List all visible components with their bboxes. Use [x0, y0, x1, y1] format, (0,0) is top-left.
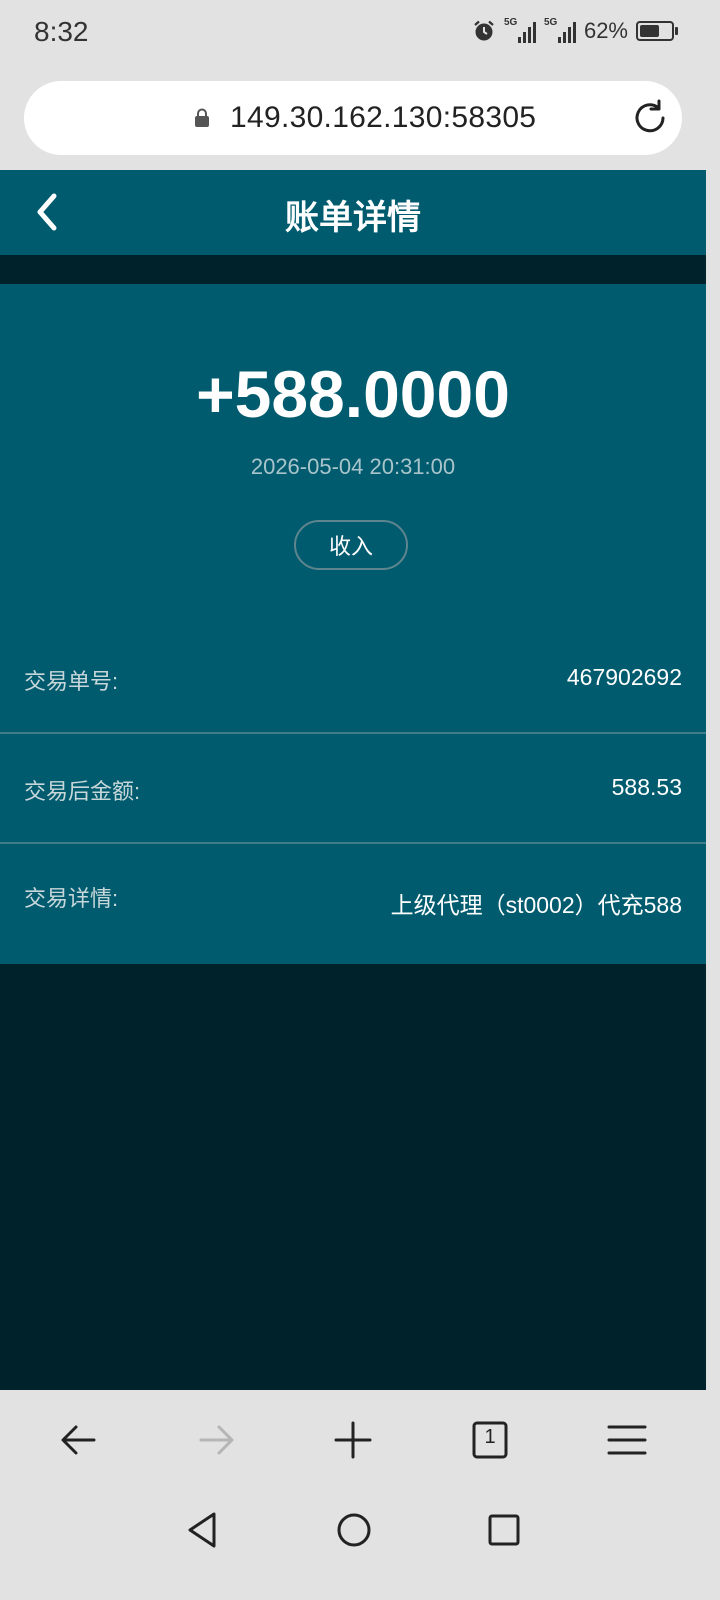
- detail-label: 交易详情:: [24, 886, 119, 911]
- battery-percent: 62%: [583, 18, 628, 43]
- status-icons: 5G 5G 62%: [472, 17, 678, 44]
- transaction-amount: +588.0000: [196, 357, 510, 431]
- status-time: 8:32: [34, 16, 89, 47]
- network-label-2: 5G: [543, 17, 558, 28]
- back-arrow-icon[interactable]: [54, 1415, 104, 1465]
- circle-home-icon[interactable]: [332, 1508, 376, 1552]
- page-background: [0, 964, 706, 1390]
- signal-icon: 5G: [503, 17, 536, 43]
- header-shadow-strip: [0, 255, 706, 284]
- lock-icon: [195, 108, 209, 127]
- detail-label: 交易单号:: [24, 669, 119, 694]
- page-edge: [706, 170, 720, 1390]
- detail-value: 467902692: [566, 664, 682, 690]
- transaction-type-badge: 收入: [294, 520, 408, 570]
- address-bar[interactable]: 149.30.162.130:58305: [24, 81, 682, 155]
- battery-fill: [640, 25, 659, 37]
- signal-icon: 5G: [543, 17, 576, 43]
- browser-toolbar: 1: [0, 1390, 720, 1490]
- tab-count: 1: [484, 1426, 496, 1448]
- triangle-back-icon[interactable]: [182, 1508, 222, 1552]
- detail-value: 588.53: [611, 774, 682, 800]
- row-divider: [0, 842, 706, 844]
- forward-arrow-icon[interactable]: [191, 1415, 241, 1465]
- row-divider: [0, 732, 706, 734]
- page-title: 账单详情: [285, 199, 421, 237]
- reload-icon[interactable]: [630, 98, 670, 138]
- system-navigation-bar: [0, 1490, 720, 1600]
- transaction-datetime: 2026-05-04 20:31:00: [250, 454, 456, 479]
- alarm-icon: [474, 20, 494, 41]
- plus-icon[interactable]: [328, 1415, 378, 1465]
- status-bar: 8:32 5G 5G 62%: [0, 0, 720, 70]
- detail-label: 交易后金额:: [24, 779, 141, 804]
- app-header: 账单详情: [0, 170, 706, 255]
- square-recents-icon[interactable]: [482, 1508, 526, 1552]
- battery-icon: [636, 21, 678, 41]
- tabs-button[interactable]: 1: [465, 1415, 515, 1465]
- detail-value: 上级代理（st0002）代充588: [390, 892, 682, 918]
- bill-detail-card: +588.0000 2026-05-04 20:31:00 收入 交易单号: 4…: [0, 284, 706, 964]
- url-text[interactable]: 149.30.162.130:58305: [230, 101, 536, 135]
- menu-icon[interactable]: [602, 1415, 652, 1465]
- network-label-1: 5G: [503, 17, 518, 28]
